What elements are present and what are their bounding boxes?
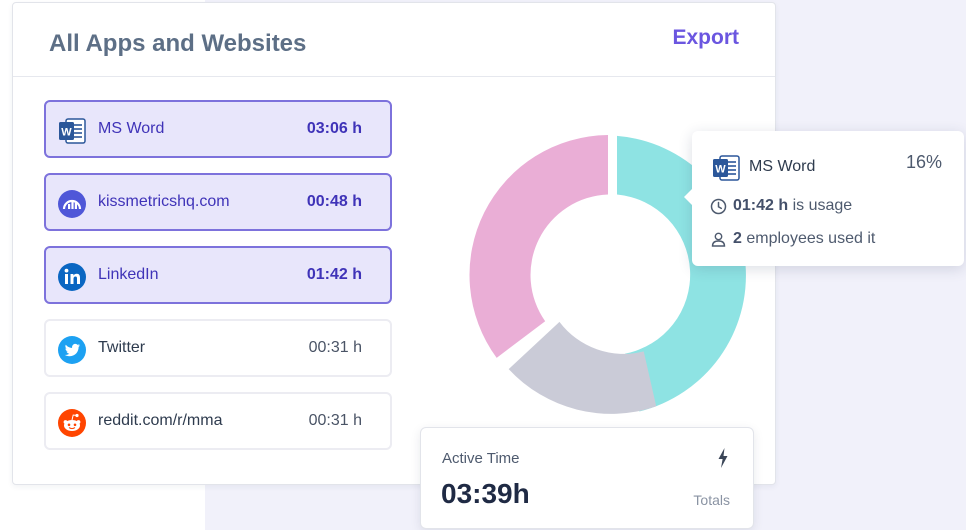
app-item-twitter[interactable]: Twitter 00:31 h — [44, 319, 392, 377]
linkedin-icon — [58, 263, 86, 291]
app-time: 00:31 h — [308, 412, 362, 429]
page-title: All Apps and Websites — [49, 30, 307, 57]
donut-segment-other[interactable] — [469, 135, 608, 358]
kissmetrics-icon — [58, 190, 86, 218]
app-time: 00:48 h — [306, 193, 362, 210]
app-item-kissmetrics[interactable]: kissmetricshq.com 00:48 h — [44, 173, 392, 231]
card-header: All Apps and Websites Export — [13, 3, 775, 77]
twitter-icon — [58, 336, 86, 364]
app-item-ms-word[interactable]: W MS Word 03:06 h — [44, 100, 392, 158]
ms-word-icon: W — [713, 155, 740, 181]
app-name: kissmetricshq.com — [98, 193, 230, 210]
chart-tooltip: W MS Word 16% 01:42 h is usage 2 employe… — [684, 131, 964, 266]
svg-text:W: W — [61, 127, 72, 139]
active-time-value: 03:39h — [441, 478, 530, 509]
clock-icon — [710, 198, 727, 215]
lightning-icon — [718, 448, 728, 468]
app-name: MS Word — [98, 120, 165, 137]
reddit-icon — [58, 409, 86, 437]
app-item-reddit[interactable]: reddit.com/r/mma 00:31 h — [44, 392, 392, 450]
export-button[interactable]: Export — [672, 26, 739, 50]
employees-suffix: employees used it — [746, 230, 876, 247]
app-name: reddit.com/r/mma — [98, 412, 223, 429]
tooltip-app-name: MS Word — [749, 158, 816, 175]
app-name: Twitter — [98, 339, 146, 356]
tooltip-usage-row: 01:42 h is usage — [710, 197, 852, 215]
app-time: 00:31 h — [308, 339, 362, 356]
svg-text:W: W — [715, 164, 726, 176]
app-item-linkedin[interactable]: LinkedIn 01:42 h — [44, 246, 392, 304]
donut-segment-secondary[interactable] — [508, 321, 657, 414]
active-time-totals-label: Totals — [693, 492, 730, 508]
usage-suffix: is usage — [792, 197, 853, 214]
app-time: 01:42 h — [306, 266, 362, 283]
active-time-card: Active Time 03:39h Totals — [420, 427, 754, 529]
tooltip-employees-row: 2 employees used it — [710, 230, 875, 248]
ms-word-icon: W — [59, 118, 86, 144]
tooltip-percent: 16% — [905, 152, 942, 172]
app-time: 03:06 h — [306, 120, 362, 137]
active-time-label: Active Time — [442, 450, 520, 467]
employees-value: 2 — [733, 230, 742, 247]
user-icon — [711, 232, 726, 247]
app-name: LinkedIn — [98, 266, 159, 283]
usage-value: 01:42 h — [733, 197, 789, 214]
